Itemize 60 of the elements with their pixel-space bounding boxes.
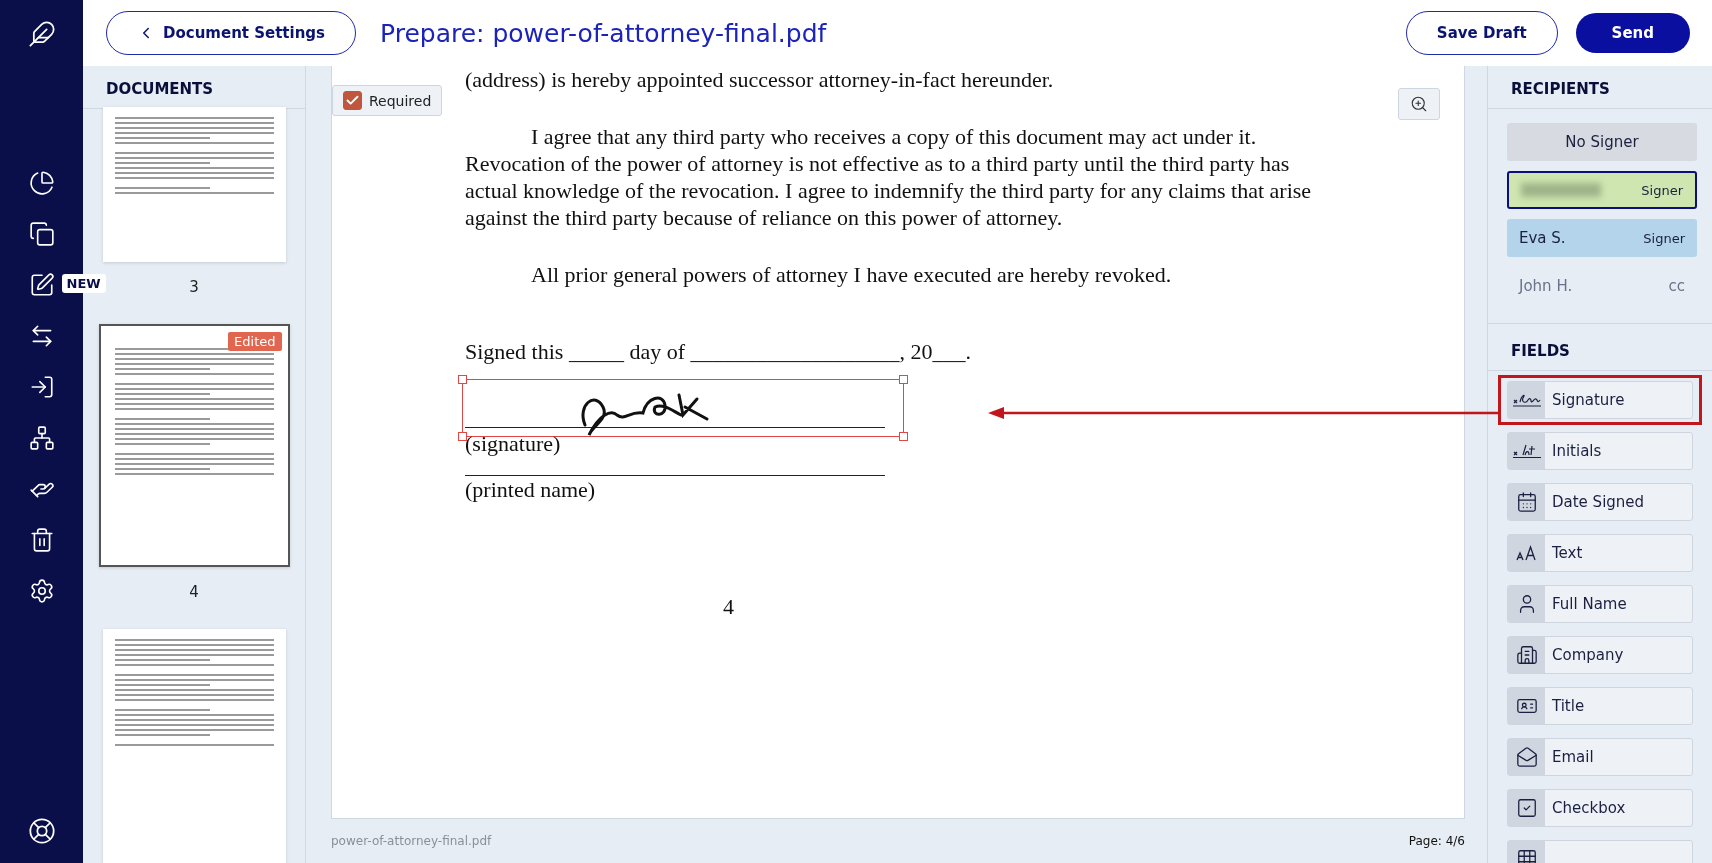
recipient-item[interactable]: Signer <box>1507 171 1697 209</box>
new-badge: NEW <box>61 274 106 293</box>
zoom-in-button[interactable] <box>1398 88 1440 120</box>
page-number: 3 <box>189 278 199 296</box>
page-thumbnail[interactable] <box>102 107 286 262</box>
panel-heading: RECIPIENTS <box>1488 66 1712 109</box>
checkbox-icon <box>1515 797 1538 819</box>
required-checkbox[interactable]: Required <box>332 85 443 116</box>
pie-chart-icon <box>28 170 55 196</box>
panel-heading: FIELDS <box>1488 324 1712 371</box>
send-button[interactable]: Send <box>1575 13 1690 53</box>
edited-badge: Edited <box>228 332 282 351</box>
settings-icon <box>28 578 55 604</box>
signature-caption: (signature) <box>465 430 561 457</box>
recipient-name: No Signer <box>1565 133 1639 151</box>
name-caption: (printed name) <box>465 476 597 503</box>
initials-icon <box>1511 443 1542 459</box>
document-paragraph: I agree that any third party who receives a copy of this document may act under it. Revocation of the power of attorney is not effective as to a third party until the third party has actual knowledge of the revocation. I agree to indemnify the third party for any claims that arise against the third party because of reliance on this power of attorney. <box>465 123 1313 231</box>
page-title: Prepare: power-of-attorney-final.pdf <box>380 18 828 48</box>
field-item[interactable]: Date Signed <box>1507 483 1693 521</box>
page-number: 4 <box>189 583 199 601</box>
field-item[interactable]: Text <box>1507 534 1693 572</box>
page-number: 4 <box>723 593 735 620</box>
recipient-role: Signer <box>1643 230 1685 246</box>
document-paragraph: All prior general powers of attorney I have executed are hereby revoked. <box>530 261 1173 288</box>
recipient-name: John H. <box>1519 277 1573 295</box>
field-item[interactable]: Company <box>1507 636 1693 674</box>
network-icon <box>28 425 55 451</box>
field-item[interactable]: Initials <box>1507 432 1693 470</box>
envelope-icon <box>1515 746 1538 768</box>
check-icon <box>345 93 360 108</box>
save-draft-button[interactable]: Save Draft <box>1405 11 1558 55</box>
help-icon[interactable] <box>27 817 56 845</box>
grid-icon <box>1515 848 1538 863</box>
document-paragraph: (address) is hereby appointed successor attorney-in-fact hereunder. <box>465 66 1055 93</box>
field-item[interactable]: Full Name <box>1507 585 1693 623</box>
building-icon <box>1515 644 1538 666</box>
file-name: power-of-attorney-final.pdf <box>331 834 492 848</box>
trash-icon <box>28 527 55 553</box>
field-item[interactable]: Checkbox <box>1507 789 1693 827</box>
field-item[interactable]: Signature <box>1507 381 1693 419</box>
recipient-item[interactable]: Eva S. Signer <box>1507 219 1697 257</box>
page-counter: Page: 4/6 <box>1408 834 1465 848</box>
field-item[interactable]: Title <box>1507 687 1693 725</box>
calendar-icon <box>1515 491 1538 513</box>
recipient-item[interactable]: No Signer <box>1507 123 1697 161</box>
zoom-in-icon <box>1410 95 1428 113</box>
recipient-name: Eva S. <box>1519 229 1566 247</box>
pen-square-icon <box>28 272 55 298</box>
feather-logo-icon <box>27 20 56 48</box>
recipient-item[interactable]: John H. cc <box>1507 267 1697 305</box>
copy-icon <box>28 221 55 247</box>
recipient-role: cc <box>1668 277 1685 295</box>
signature-icon <box>1511 392 1542 408</box>
page-thumbnail[interactable] <box>102 629 286 863</box>
field-item[interactable]: Email <box>1507 738 1693 776</box>
document-paragraph: Signed this _____ day of ___________________, 20___. <box>465 338 972 365</box>
recipient-role: Signer <box>1641 182 1683 198</box>
back-button[interactable]: Document Settings <box>106 11 356 55</box>
text-size-icon <box>1515 545 1538 561</box>
